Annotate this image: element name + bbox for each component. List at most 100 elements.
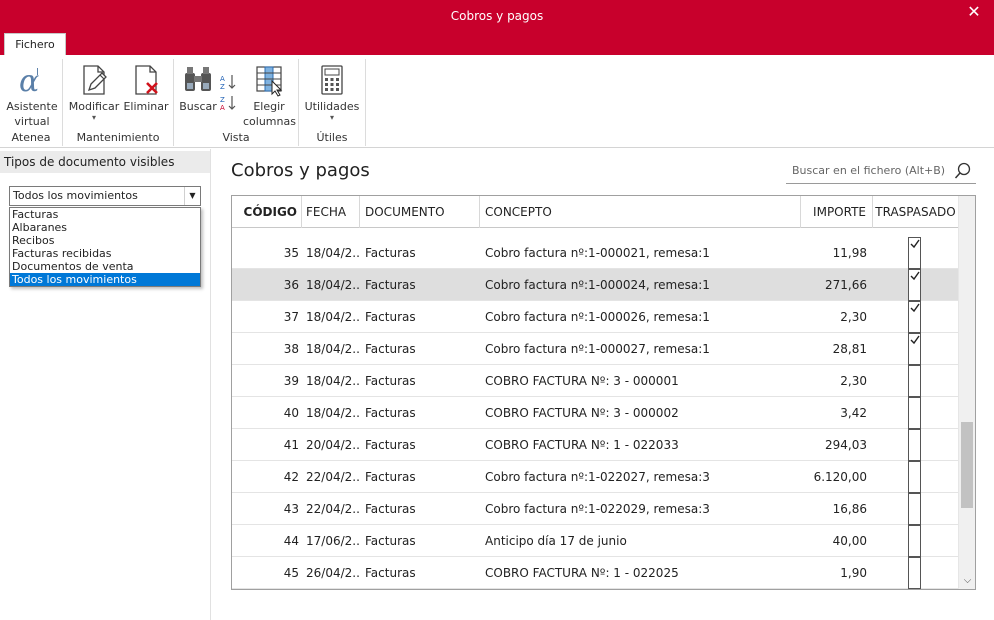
cell-fecha: 18/04/2... [306,342,360,356]
dropdown-option[interactable]: Albaranes [10,221,200,234]
buscar-button[interactable]: Buscar [178,63,218,114]
checkmark-icon [910,335,920,345]
column-header-codigo[interactable]: CÓDIGO [232,196,302,228]
search-input[interactable]: Buscar en el fichero (Alt+B) [786,159,976,184]
dropdown-option[interactable]: Todos los movimientos [10,273,200,286]
cell-documento: Facturas [365,566,416,580]
svg-text:Z: Z [220,83,225,91]
cell-documento: Facturas [365,470,416,484]
chevron-down-icon[interactable]: ⌵ [959,573,975,589]
column-header-importe[interactable]: IMPORTE [801,196,873,228]
checkbox-unchecked[interactable] [908,461,921,493]
utilidades-button[interactable]: Utilidades ▾ [304,63,360,122]
column-header-traspasado[interactable]: TRASPASADO [873,196,958,228]
chevron-down-icon[interactable]: ▼ [184,187,200,205]
cell-codigo: 40 [283,406,299,420]
cell-fecha: 18/04/2... [306,374,360,388]
table-row[interactable]: 41 20/04/2... Facturas COBRO FACTURA Nº: 1 … [232,429,958,461]
table-row[interactable]: 35 18/04/2... Facturas Cobro factura nº:1-0… [232,237,958,269]
search-placeholder: Buscar en el fichero (Alt+B) [792,164,946,177]
checkbox-checked[interactable] [908,237,921,269]
group-label-atenea: Atenea [11,131,51,144]
modificar-label: Modificar [68,100,120,113]
dropdown-option[interactable]: Recibos [10,234,200,247]
page-title: Cobros y pagos [231,160,370,181]
cell-fecha: 18/04/2... [306,246,360,260]
cell-concepto: Cobro factura nº:1-000024, remesa:1 [485,278,710,292]
cell-concepto: Anticipo día 17 de junio [485,534,627,548]
cell-importe: 294,03 [825,438,867,452]
checkbox-unchecked[interactable] [908,493,921,525]
cell-codigo: 35 [283,246,299,260]
eliminar-button[interactable]: Eliminar [122,63,170,114]
table-header: CÓDIGO FECHA DOCUMENTO CONCEPTO IMPORTE … [232,196,958,228]
column-header-fecha[interactable]: FECHA [302,196,360,228]
cell-concepto: Cobro factura nº:1-022029, remesa:3 [485,502,710,516]
utilidades-label: Utilidades [304,100,360,113]
svg-text:Z: Z [220,96,225,104]
cell-importe: 40,00 [832,534,867,548]
document-type-combo[interactable]: Todos los movimientos ▼ [9,186,201,206]
window-title: Cobros y pagos [450,9,544,23]
document-type-dropdown-list: Facturas Albaranes Recibos Facturas recibid… [9,207,201,287]
cell-fecha: 18/04/2... [306,310,360,324]
checkbox-unchecked[interactable] [908,365,921,397]
cell-importe: 11,98 [832,246,867,260]
modificar-button[interactable]: Modificar ▾ [68,63,120,122]
column-header-concepto[interactable]: CONCEPTO [480,196,801,228]
elegir-columnas-label: Elegir columnas [243,100,296,128]
checkbox-unchecked[interactable] [908,397,921,429]
vertical-scrollbar[interactable]: ⌵ [958,196,975,589]
cell-codigo: 39 [283,374,299,388]
tab-fichero[interactable]: Fichero [4,33,66,55]
table-row[interactable]: 42 22/04/2... Facturas Cobro factura nº:1-0… [232,461,958,493]
cell-codigo: 44 [283,534,299,548]
checkbox-checked[interactable] [908,269,921,301]
checkbox-unchecked[interactable] [908,525,921,557]
left-panel-header: Tipos de documento visibles [0,151,210,173]
dropdown-option[interactable]: Documentos de venta [10,260,200,273]
chevron-down-icon: ▾ [91,113,96,122]
cell-fecha: 18/04/2... [306,278,360,292]
combo-value: Todos los movimientos [13,189,138,202]
table-row[interactable]: 40 18/04/2... Facturas COBRO FACTURA Nº: 3 … [232,397,958,429]
table-row[interactable]: 45 26/04/2... Facturas COBRO FACTURA Nº: 1 … [232,557,958,589]
cell-importe: 28,81 [832,342,867,356]
table-row[interactable]: 38 18/04/2... Facturas Cobro factura nº:1-0… [232,333,958,365]
cell-importe: 16,86 [832,502,867,516]
dropdown-option[interactable]: Facturas recibidas [10,247,200,260]
table-row[interactable]: 36 18/04/2... Facturas Cobro factura nº:1-0… [232,269,958,301]
edit-document-icon [83,65,107,95]
checkbox-checked[interactable] [908,301,921,333]
cell-codigo: 43 [283,502,299,516]
cell-concepto: Cobro factura nº:1-000021, remesa:1 [485,246,710,260]
left-panel: Tipos de documento visibles Todos los mo… [0,149,211,620]
cell-documento: Facturas [365,502,416,516]
table-row[interactable]: 44 17/06/2... Facturas Anticipo día 17 de j… [232,525,958,557]
column-header-documento[interactable]: DOCUMENTO [360,196,480,228]
asistente-virtual-button[interactable]: α I Asistente virtual [4,63,60,129]
sort-ascending-icon[interactable]: A Z [219,73,237,91]
cell-fecha: 22/04/2... [306,470,360,484]
table-row[interactable]: 43 22/04/2... Facturas Cobro factura nº:1-0… [232,493,958,525]
checkbox-unchecked[interactable] [908,429,921,461]
ribbon: α I Asistente virtual Atenea Modificar ▾ [0,55,994,148]
group-label-vista: Vista [222,131,250,144]
cell-documento: Facturas [365,406,416,420]
table-row[interactable]: 39 18/04/2... Facturas COBRO FACTURA Nº: 3 … [232,365,958,397]
binoculars-icon [185,67,211,91]
delete-document-icon [135,65,158,95]
cell-fecha: 17/06/2... [306,534,360,548]
checkbox-unchecked[interactable] [908,557,921,589]
sort-descending-icon[interactable]: Z A [219,94,237,112]
asistente-label: Asistente virtual [6,100,58,128]
title-bar: Cobros y pagos ✕ [0,0,994,32]
dropdown-option[interactable]: Facturas [10,208,200,221]
search-icon[interactable] [954,162,972,180]
table-row[interactable]: 37 18/04/2... Facturas Cobro factura nº:1-0… [232,301,958,333]
close-icon[interactable]: ✕ [962,0,986,28]
cell-concepto: Cobro factura nº:1-000027, remesa:1 [485,342,710,356]
checkbox-checked[interactable] [908,333,921,365]
scrollbar-thumb[interactable] [961,422,973,508]
elegir-columnas-button[interactable]: Elegir columnas [243,63,296,129]
